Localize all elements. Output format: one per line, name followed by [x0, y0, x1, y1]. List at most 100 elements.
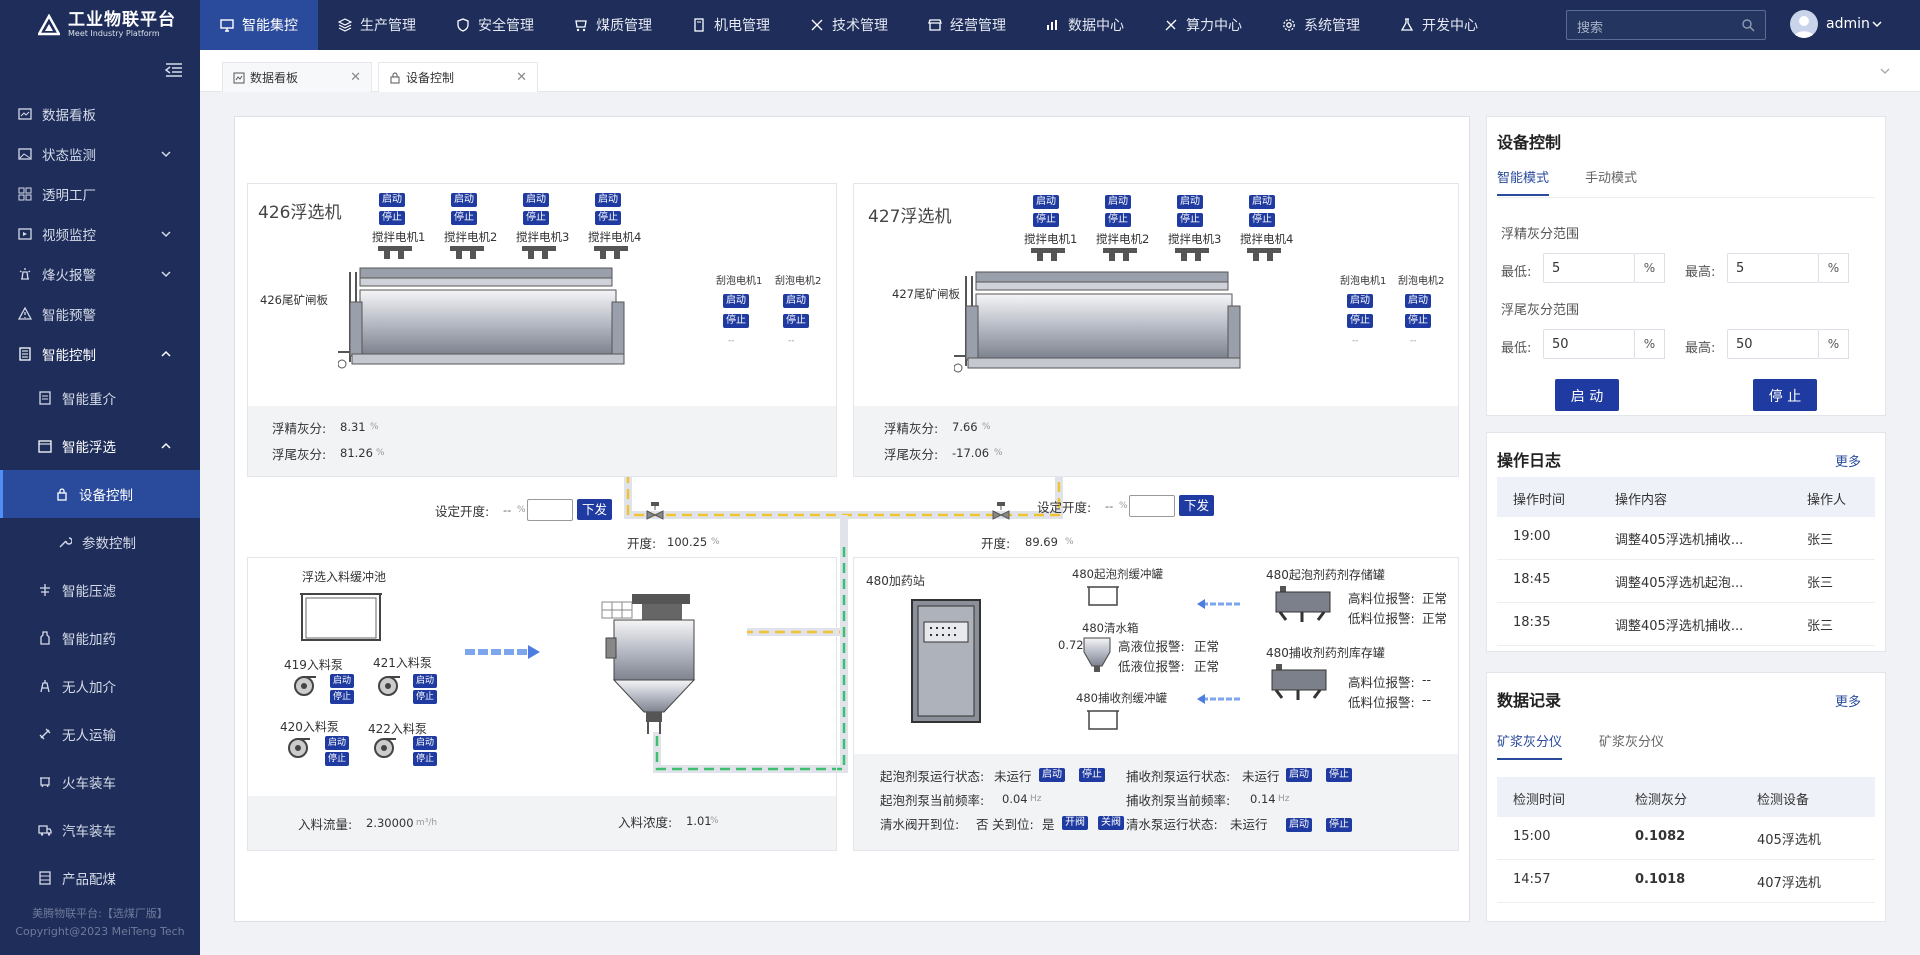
more-link[interactable]: 更多 — [1835, 451, 1861, 470]
stop-button[interactable]: 停止 — [1105, 213, 1131, 227]
start-button[interactable]: 启动 — [783, 294, 809, 308]
start-button[interactable]: 启动 — [1033, 195, 1059, 209]
start-button[interactable]: 启动 — [330, 674, 355, 688]
start-button[interactable]: 启动 — [1286, 818, 1312, 832]
sidebar-item-param-control[interactable]: 参数控制 — [0, 518, 200, 566]
stop-button[interactable]: 停止 — [1079, 768, 1105, 782]
nav-safety[interactable]: 安全管理 — [436, 0, 554, 50]
stop-button[interactable]: 停止 — [1326, 818, 1352, 832]
stop-button[interactable]: 停止 — [330, 690, 355, 704]
stop-button[interactable]: 停止 — [595, 211, 621, 225]
sidebar-item-smart-flotation[interactable]: 智能浮选 — [0, 422, 200, 470]
menu-collapse-icon[interactable] — [165, 62, 183, 78]
nav-production[interactable]: 生产管理 — [318, 0, 436, 50]
sidebar-item-device-control[interactable]: 设备控制 — [0, 470, 200, 518]
issue-button[interactable]: 下发 — [577, 499, 613, 520]
tab-dashboard[interactable]: 数据看板 ✕ — [222, 62, 372, 92]
start-button[interactable]: 启 动 — [1555, 379, 1619, 411]
sidebar-item-train-loading[interactable]: 火车装车 — [0, 758, 200, 806]
start-button[interactable]: 启动 — [723, 294, 749, 308]
nav-business[interactable]: 经营管理 — [908, 0, 1026, 50]
start-button[interactable]: 启动 — [379, 193, 405, 207]
nav-smart-control[interactable]: 智能集控 — [200, 0, 318, 50]
sidebar-item-beacon-alarm[interactable]: 烽火报警 — [0, 254, 200, 294]
table-row[interactable]: 14:57 0.1018 407浮选机 — [1497, 860, 1875, 903]
nav-electromech[interactable]: 机电管理 — [672, 0, 790, 50]
nav-system[interactable]: 系统管理 — [1262, 0, 1380, 50]
stop-button[interactable]: 停止 — [451, 211, 477, 225]
stop-button[interactable]: 停止 — [1347, 314, 1373, 328]
start-button[interactable]: 启动 — [595, 193, 621, 207]
start-button[interactable]: 启动 — [523, 193, 549, 207]
more-link[interactable]: 更多 — [1835, 691, 1861, 710]
stop-button[interactable]: 停止 — [783, 314, 809, 328]
start-button[interactable]: 启动 — [451, 193, 477, 207]
stop-button[interactable]: 停止 — [723, 314, 749, 328]
valve-opening-input[interactable] — [1129, 495, 1175, 517]
start-button[interactable]: 启动 — [1347, 294, 1373, 308]
table-row[interactable]: 19:00 调整405浮选机捕收... 张三 — [1497, 517, 1875, 560]
start-button[interactable]: 启动 — [1039, 768, 1065, 782]
start-button[interactable]: 启动 — [1105, 195, 1131, 209]
tailings-min-input[interactable]: 50 — [1543, 329, 1635, 359]
sidebar-item-video[interactable]: 视频监控 — [0, 214, 200, 254]
search-input[interactable]: 搜索 — [1566, 10, 1766, 40]
chevron-down-icon[interactable] — [1878, 64, 1892, 78]
user-menu[interactable]: admin — [1790, 10, 1884, 38]
table-row[interactable]: 18:35 调整405浮选机捕收... 张三 — [1497, 603, 1875, 646]
start-button[interactable]: 启动 — [325, 736, 350, 750]
table-row[interactable]: 18:45 调整405浮选机起泡... 张三 — [1497, 560, 1875, 603]
sidebar-item-truck-loading[interactable]: 汽车装车 — [0, 806, 200, 854]
sidebar-item-product-blending[interactable]: 产品配煤 — [0, 854, 200, 902]
start-button[interactable]: 启动 — [413, 736, 438, 750]
issue-button[interactable]: 下发 — [1179, 495, 1215, 516]
start-button[interactable]: 启动 — [413, 674, 438, 688]
brand-logo[interactable]: 工业物联平台 Meet Industry Platform — [0, 0, 200, 50]
stop-button[interactable]: 停止 — [1249, 213, 1275, 227]
open-valve-button[interactable]: 开阀 — [1062, 816, 1088, 830]
start-button[interactable]: 启动 — [1286, 768, 1312, 782]
stop-button[interactable]: 停止 — [413, 690, 438, 704]
stop-button[interactable]: 停止 — [379, 211, 405, 225]
nav-data-center[interactable]: 数据中心 — [1026, 0, 1144, 50]
concentrate-min-input[interactable]: 5 — [1543, 253, 1635, 283]
sidebar-item-dashboard[interactable]: 数据看板 — [0, 94, 200, 134]
nav-compute-center[interactable]: 算力中心 — [1144, 0, 1262, 50]
stop-button[interactable]: 停止 — [1326, 768, 1352, 782]
search-icon[interactable] — [1741, 18, 1755, 32]
tab-smart-mode[interactable]: 智能模式 — [1497, 167, 1550, 196]
sidebar-item-smart-dense-medium[interactable]: 智能重介 — [0, 374, 200, 422]
nav-technology[interactable]: 技术管理 — [790, 0, 908, 50]
close-valve-button[interactable]: 关阀 — [1098, 816, 1124, 830]
sidebar-item-smart-press[interactable]: 智能压滤 — [0, 566, 200, 614]
tab-slurry-ash-1[interactable]: 矿浆灰分仪 — [1497, 731, 1563, 760]
valve-opening-input[interactable] — [527, 499, 573, 521]
tab-device-control[interactable]: 设备控制 ✕ — [378, 62, 538, 92]
stop-button[interactable]: 停 止 — [1753, 379, 1817, 411]
sidebar-item-unmanned-transport[interactable]: 无人运输 — [0, 710, 200, 758]
concentrate-max-input[interactable]: 5 — [1727, 253, 1819, 283]
start-button[interactable]: 启动 — [1177, 195, 1203, 209]
start-button[interactable]: 启动 — [1405, 294, 1431, 308]
tab-slurry-ash-2[interactable]: 矿浆灰分仪 — [1599, 731, 1664, 750]
stop-button[interactable]: 停止 — [1405, 314, 1431, 328]
stop-button[interactable]: 停止 — [413, 752, 438, 766]
sidebar-item-smart-warning[interactable]: 智能预警 — [0, 294, 200, 334]
close-icon[interactable]: ✕ — [350, 70, 361, 85]
sidebar-item-smart-control[interactable]: 智能控制 — [0, 334, 200, 374]
nav-developer[interactable]: 开发中心 — [1380, 0, 1498, 50]
stop-button[interactable]: 停止 — [523, 211, 549, 225]
table-row[interactable]: 15:00 0.1082 405浮选机 — [1497, 817, 1875, 860]
sidebar-item-status-monitor[interactable]: 状态监测 — [0, 134, 200, 174]
sidebar-item-transparent-factory[interactable]: 透明工厂 — [0, 174, 200, 214]
nav-coal-quality[interactable]: 煤质管理 — [554, 0, 672, 50]
sidebar-item-unmanned-medium[interactable]: 无人加介 — [0, 662, 200, 710]
tab-manual-mode[interactable]: 手动模式 — [1585, 167, 1637, 186]
stop-button[interactable]: 停止 — [1033, 213, 1059, 227]
close-icon[interactable]: ✕ — [516, 70, 527, 85]
tailings-max-input[interactable]: 50 — [1727, 329, 1819, 359]
sidebar-item-smart-dosing[interactable]: 智能加药 — [0, 614, 200, 662]
start-button[interactable]: 启动 — [1249, 195, 1275, 209]
stop-button[interactable]: 停止 — [325, 752, 350, 766]
stop-button[interactable]: 停止 — [1177, 213, 1203, 227]
